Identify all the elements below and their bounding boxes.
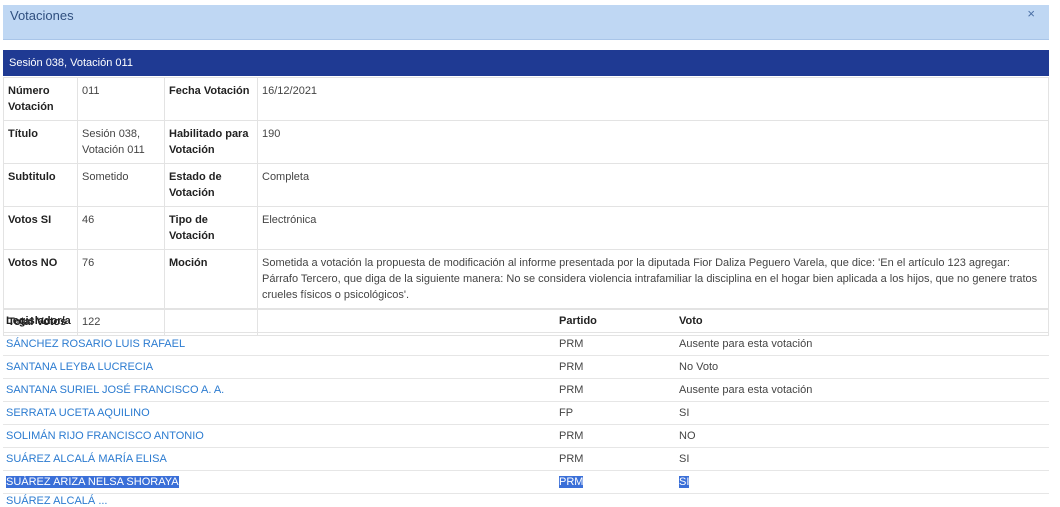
fecha-value: 16/12/2021 [257, 77, 1049, 121]
table-row: SERRATA UCETA AQUILINO FP SI [3, 401, 1049, 425]
table-row: SUÁREZ ALCALÁ MARÍA ELISA PRM SI [3, 447, 1049, 471]
titulo-label: Título [3, 120, 78, 164]
session-title: Sesión 038, Votación 011 [9, 57, 133, 69]
table-row: SOLIMÁN RIJO FRANCISCO ANTONIO PRM NO [3, 424, 1049, 448]
vote-cell: NO [676, 424, 1049, 448]
legislator-votes-table: Legislador/a Partido Voto SÁNCHEZ ROSARI… [3, 309, 1049, 494]
habilitado-label: Habilitado para Votación [164, 120, 258, 164]
vote-info-table: Número Votación 011 Fecha Votación 16/12… [3, 77, 1049, 336]
party-cell: PRM [556, 378, 676, 402]
tipo-value: Electrónica [257, 206, 1049, 250]
fecha-label: Fecha Votación [164, 77, 258, 121]
vote-cell: SI [679, 476, 690, 488]
legislator-link[interactable]: SUÁREZ ARIZA NELSA SHORAYA [6, 476, 179, 488]
table-row: SÁNCHEZ ROSARIO LUIS RAFAEL PRM Ausente … [3, 332, 1049, 356]
table-row: SANTANA LEYBA LUCRECIA PRM No Voto [3, 355, 1049, 379]
tipo-label: Tipo de Votación [164, 206, 258, 250]
votos-si-value: 46 [77, 206, 165, 250]
vote-cell: Ausente para esta votación [676, 378, 1049, 402]
legislador-header: Legislador/a [3, 309, 556, 333]
mocion-label: Moción [164, 249, 258, 309]
legislator-link[interactable]: SERRATA UCETA AQUILINO [6, 407, 150, 419]
legislator-link[interactable]: SUÁREZ ALCALÁ MARÍA ELISA [6, 453, 167, 465]
close-icon[interactable]: × [1027, 6, 1035, 21]
party-cell: PRM [559, 476, 584, 488]
legislator-link[interactable]: SANTANA LEYBA LUCRECIA [6, 361, 153, 373]
numero-value: 011 [77, 77, 165, 121]
estado-value: Completa [257, 163, 1049, 207]
partial-next-row[interactable]: SUÁREZ ALCALÁ ... [6, 495, 107, 507]
table-row: SANTANA SURIEL JOSÉ FRANCISCO A. A. PRM … [3, 378, 1049, 402]
mocion-value: Sometida a votación la propuesta de modi… [257, 249, 1049, 309]
vote-cell: No Voto [676, 355, 1049, 379]
session-header: Sesión 038, Votación 011 [3, 50, 1049, 76]
votos-no-label: Votos NO [3, 249, 78, 309]
subtitulo-value: Sometido [77, 163, 165, 207]
subtitulo-label: Subtitulo [3, 163, 78, 207]
votos-no-value: 76 [77, 249, 165, 309]
partido-header: Partido [556, 309, 676, 333]
vote-cell: SI [676, 401, 1049, 425]
party-cell: PRM [556, 332, 676, 356]
estado-label: Estado de Votación [164, 163, 258, 207]
vote-cell: SI [676, 447, 1049, 471]
habilitado-value: 190 [257, 120, 1049, 164]
party-cell: PRM [556, 355, 676, 379]
legislator-link[interactable]: SANTANA SURIEL JOSÉ FRANCISCO A. A. [6, 384, 224, 396]
legislator-link[interactable]: SÁNCHEZ ROSARIO LUIS RAFAEL [6, 338, 185, 350]
party-cell: PRM [556, 447, 676, 471]
legislator-link[interactable]: SOLIMÁN RIJO FRANCISCO ANTONIO [6, 430, 204, 442]
votos-si-label: Votos SI [3, 206, 78, 250]
voto-header: Voto [676, 309, 1049, 333]
table-row-selected: SUÁREZ ARIZA NELSA SHORAYA PRM SI [3, 470, 1049, 494]
dialog-header: Votaciones × [3, 5, 1049, 40]
numero-label: Número Votación [3, 77, 78, 121]
party-cell: FP [556, 401, 676, 425]
dialog-title: Votaciones [10, 8, 74, 23]
party-cell: PRM [556, 424, 676, 448]
vote-cell: Ausente para esta votación [676, 332, 1049, 356]
table-header-row: Legislador/a Partido Voto [3, 309, 1049, 333]
titulo-value: Sesión 038, Votación 011 [77, 120, 165, 164]
